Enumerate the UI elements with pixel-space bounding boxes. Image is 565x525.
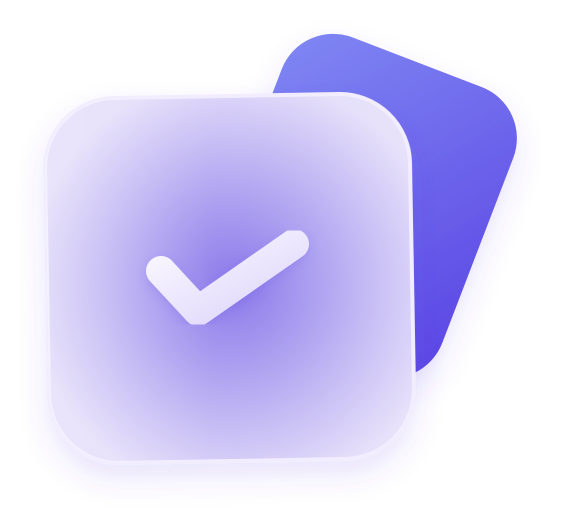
icon-canvas xyxy=(0,0,565,525)
checkmark-tile-illustration xyxy=(43,33,517,465)
